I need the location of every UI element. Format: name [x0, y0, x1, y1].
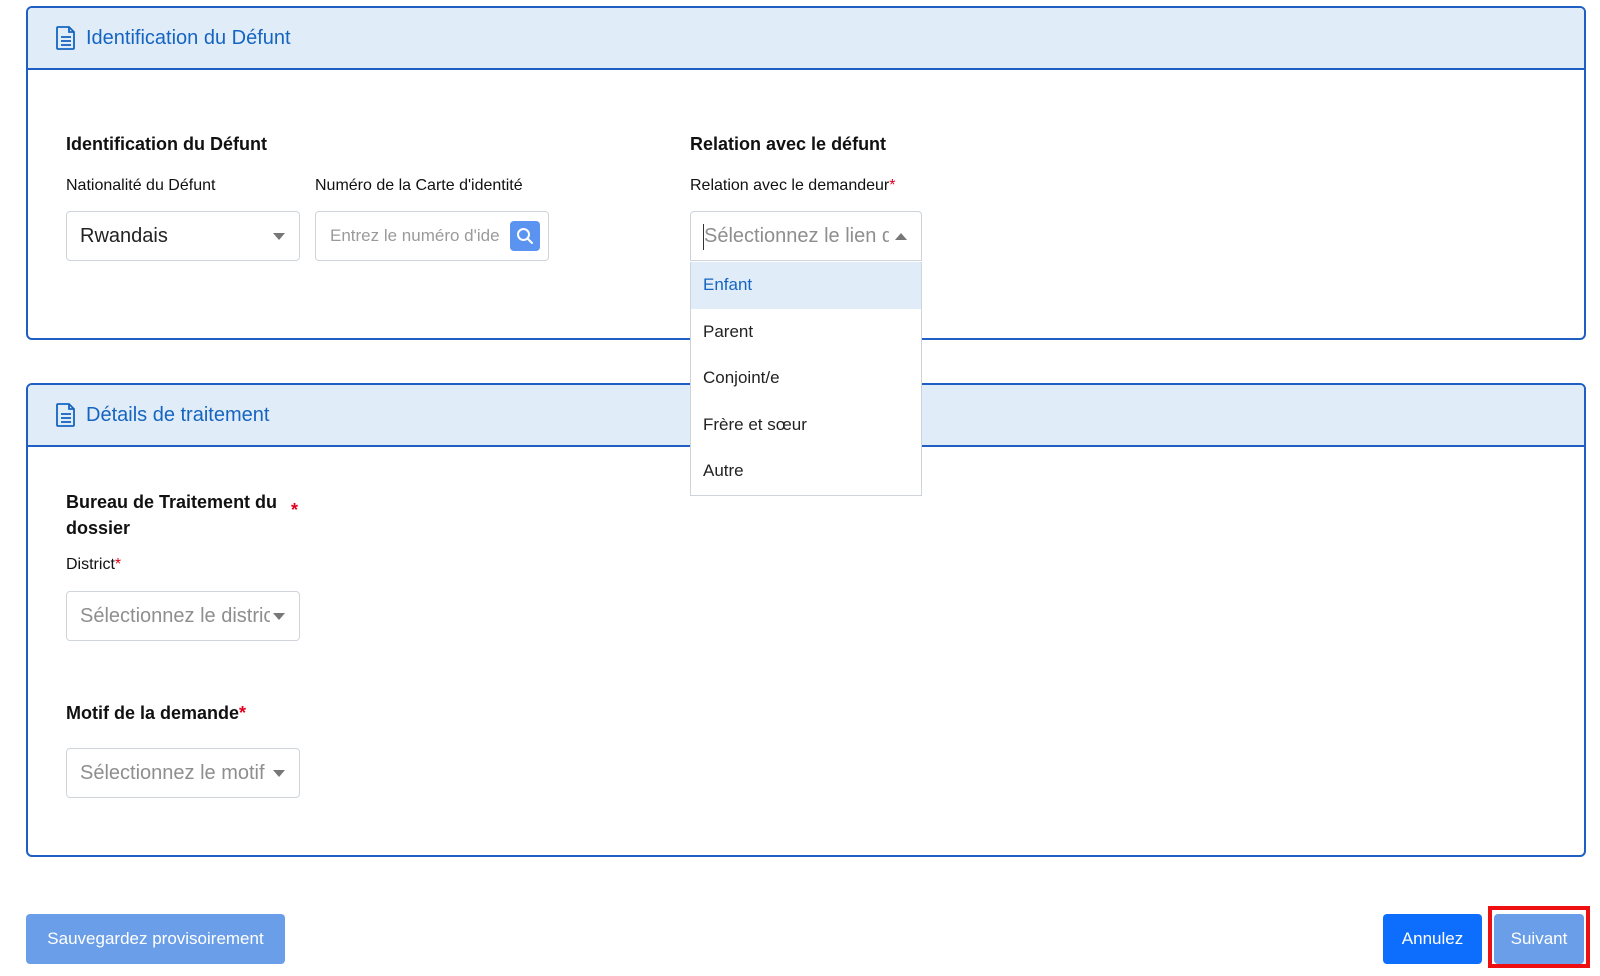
chevron-down-icon: [273, 233, 285, 240]
relation-option[interactable]: Frère et sœur: [691, 402, 921, 449]
relation-label-text: Relation avec le demandeur: [690, 177, 890, 194]
relation-option[interactable]: Enfant: [691, 262, 921, 309]
relation-option[interactable]: Conjoint/e: [691, 355, 921, 402]
required-marker: *: [291, 500, 299, 520]
card-title: Identification du Défunt: [86, 26, 291, 49]
required-marker: *: [114, 556, 122, 573]
highlight-frame: [1488, 906, 1590, 968]
section-title-office: Bureau de Traitement du dossier: [66, 489, 316, 541]
district-select[interactable]: Sélectionnez le district: [66, 591, 300, 641]
id-card-label: Numéro de la Carte d'identité: [315, 177, 523, 194]
search-button[interactable]: [510, 221, 540, 251]
relation-placeholder: Sélectionnez le lien de parenté: [704, 224, 889, 247]
relation-options-list: Enfant Parent Conjoint/e Frère et sœur Autre: [690, 262, 922, 496]
relation-option[interactable]: Parent: [691, 309, 921, 356]
document-icon: [56, 403, 76, 427]
office-title-text: Bureau de Traitement du dossier: [66, 492, 278, 538]
required-marker: *: [889, 177, 896, 194]
cancel-button[interactable]: Annulez: [1383, 914, 1482, 964]
section-title-identification: Identification du Défunt: [66, 134, 267, 154]
motif-title-text: Motif de la demande: [66, 703, 240, 723]
district-label-text: District: [66, 556, 115, 573]
search-icon: [517, 228, 533, 244]
id-card-field: [315, 211, 549, 261]
text-cursor: [703, 224, 704, 250]
section-title-motif: Motif de la demande*: [66, 703, 246, 724]
save-draft-button[interactable]: Sauvegardez provisoirement: [26, 914, 285, 964]
card-title: Détails de traitement: [86, 403, 270, 426]
nationality-select[interactable]: Rwandais: [66, 211, 300, 261]
id-card-input[interactable]: [330, 226, 500, 246]
motif-placeholder: Sélectionnez le motif: [80, 761, 265, 784]
relation-option[interactable]: Autre: [691, 448, 921, 495]
nationality-value: Rwandais: [80, 224, 168, 247]
required-marker: *: [239, 703, 247, 723]
chevron-down-icon: [273, 613, 285, 620]
card-header: Identification du Défunt: [28, 8, 1584, 70]
section-title-relation: Relation avec le défunt: [690, 134, 887, 154]
relation-select[interactable]: Sélectionnez le lien de parenté: [690, 211, 922, 261]
motif-select[interactable]: Sélectionnez le motif: [66, 748, 300, 798]
nationality-label: Nationalité du Défunt: [66, 177, 216, 194]
relation-label: Relation avec le demandeur*: [690, 177, 895, 195]
chevron-down-icon: [273, 770, 285, 777]
document-icon: [56, 26, 76, 50]
district-placeholder: Sélectionnez le district: [80, 604, 270, 627]
chevron-up-icon: [895, 233, 907, 240]
district-label: District*: [66, 556, 121, 574]
